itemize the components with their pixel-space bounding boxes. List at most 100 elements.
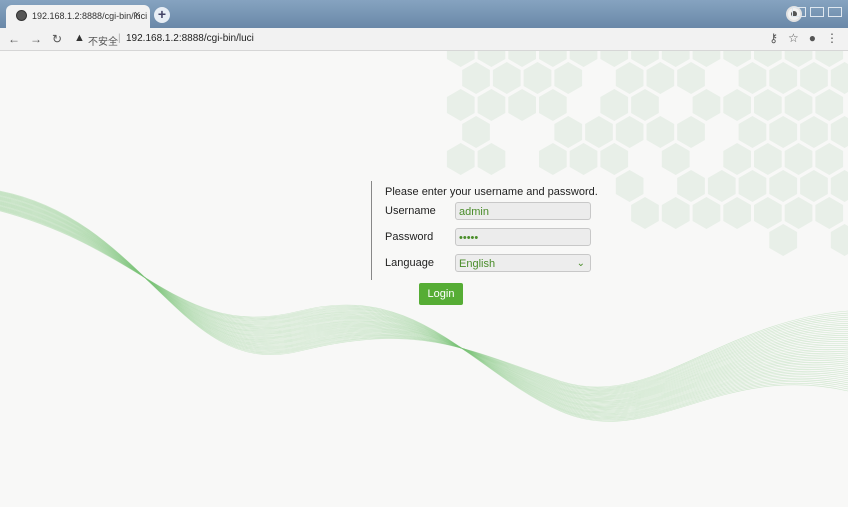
hexagon-shape xyxy=(769,62,798,94)
tab-title: 192.168.1.2:8888/cgi-bin/luci xyxy=(32,11,148,21)
browser-tab-bar: 192.168.1.2:8888/cgi-bin/luci × + xyxy=(0,0,848,28)
hexagon-shape xyxy=(569,143,598,175)
menu-icon[interactable]: ⋮ xyxy=(826,31,838,45)
language-row: Language English ⌄ xyxy=(385,254,615,280)
hexagon-shape xyxy=(508,51,536,67)
hexagon-shape xyxy=(677,116,705,148)
hexagon-shape xyxy=(723,51,751,67)
address-bar-actions: ⚷ ☆ ● ⋮ xyxy=(759,31,838,45)
hexagon-shape xyxy=(723,197,751,229)
forward-icon[interactable]: → xyxy=(30,32,42,46)
hexagon-shape xyxy=(692,197,721,229)
hexagon-shape xyxy=(539,89,567,121)
hexagon-shape xyxy=(477,143,506,175)
username-label: Username xyxy=(385,205,436,217)
hexagon-shape xyxy=(800,62,828,94)
chevron-down-icon: ⌄ xyxy=(576,258,585,269)
login-button[interactable]: Login xyxy=(419,283,463,305)
hexagon-shape xyxy=(754,143,782,175)
hexagon-shape xyxy=(723,89,751,121)
site-favicon-icon xyxy=(16,10,27,21)
hexagon-shape xyxy=(830,170,848,202)
hexagon-shape xyxy=(646,62,675,94)
minimize-icon[interactable] xyxy=(792,7,806,17)
language-label: Language xyxy=(385,257,434,269)
hexagon-shape xyxy=(677,62,705,94)
hexagon-shape xyxy=(615,170,644,202)
browser-tab[interactable]: 192.168.1.2:8888/cgi-bin/luci × xyxy=(6,5,150,28)
hexagon-shape xyxy=(477,51,506,67)
account-icon[interactable]: ● xyxy=(809,31,816,45)
hexagon-shape xyxy=(738,116,767,148)
login-form: Please enter your username and password.… xyxy=(371,181,615,280)
password-input[interactable]: ••••• xyxy=(455,228,591,246)
language-value: English xyxy=(459,258,496,270)
hexagon-shape xyxy=(477,89,506,121)
hexagon-shape xyxy=(800,170,828,202)
security-warning-icon[interactable]: ▲ xyxy=(74,32,85,44)
hexagon-shape xyxy=(646,116,675,148)
hexagon-shape xyxy=(446,89,475,121)
hexagon-shape xyxy=(830,116,848,148)
password-label: Password xyxy=(385,231,434,243)
hexagon-shape xyxy=(631,197,659,229)
key-icon[interactable]: ⚷ xyxy=(769,31,778,45)
hexagon-shape xyxy=(784,143,813,175)
hexagon-shape xyxy=(631,51,659,67)
hexagon-shape xyxy=(815,197,844,229)
hexagon-shape xyxy=(692,89,721,121)
hexagon-shape xyxy=(462,116,490,148)
username-input[interactable]: admin xyxy=(455,202,591,220)
hexagon-shape xyxy=(554,62,583,94)
hexagon-shape xyxy=(508,89,536,121)
hexagon-shape xyxy=(661,143,690,175)
new-tab-button[interactable]: + xyxy=(154,7,170,23)
hexagon-shape xyxy=(585,116,613,148)
hexagon-shape xyxy=(815,89,844,121)
page-content: Please enter your username and password.… xyxy=(0,51,848,507)
hexagon-shape xyxy=(446,143,475,175)
hexagon-shape xyxy=(661,51,690,67)
hexagon-shape xyxy=(446,51,475,67)
star-icon[interactable]: ☆ xyxy=(788,31,799,45)
hexagon-shape xyxy=(815,51,844,67)
hexagon-shape xyxy=(615,62,644,94)
hexagon-shape xyxy=(784,89,813,121)
url-text[interactable]: 192.168.1.2:8888/cgi-bin/luci xyxy=(126,33,254,44)
hexagon-shape xyxy=(539,143,567,175)
reload-icon[interactable]: ↻ xyxy=(52,32,62,46)
maximize-icon[interactable] xyxy=(810,7,824,17)
hexagon-shape xyxy=(677,170,705,202)
hexagon-shape xyxy=(492,62,521,94)
username-row: Username admin xyxy=(385,202,615,228)
hexagon-shape xyxy=(754,89,782,121)
tab-close-icon[interactable]: × xyxy=(134,9,140,21)
hexagon-shape xyxy=(784,197,813,229)
hexagon-shape xyxy=(600,89,629,121)
hexagon-shape xyxy=(754,51,782,67)
password-row: Password ••••• xyxy=(385,228,615,254)
hexagon-shape xyxy=(707,170,736,202)
hexagon-shape xyxy=(784,51,813,67)
insecure-label[interactable]: 不安全 xyxy=(88,33,118,48)
hexagon-shape xyxy=(615,116,644,148)
language-select[interactable]: English ⌄ xyxy=(455,254,591,272)
hexagon-shape xyxy=(600,51,629,67)
hexagon-shape xyxy=(554,116,583,148)
hexagon-shape xyxy=(738,170,767,202)
login-prompt: Please enter your username and password. xyxy=(385,186,598,198)
hexagon-shape xyxy=(600,143,629,175)
close-window-icon[interactable] xyxy=(828,7,842,17)
url-separator: | xyxy=(118,33,121,44)
hexagon-shape xyxy=(539,51,567,67)
hexagon-shape xyxy=(769,224,798,256)
back-icon[interactable]: ← xyxy=(8,32,20,46)
window-controls xyxy=(788,4,842,22)
hexagon-shape xyxy=(830,62,848,94)
hexagon-shape xyxy=(769,170,798,202)
hexagon-shape xyxy=(569,51,598,67)
hexagon-shape xyxy=(815,143,844,175)
address-bar: ← → ↻ ▲ 不安全 | 192.168.1.2:8888/cgi-bin/l… xyxy=(0,28,848,51)
hexagon-shape xyxy=(800,116,828,148)
hexagon-shape xyxy=(631,89,659,121)
